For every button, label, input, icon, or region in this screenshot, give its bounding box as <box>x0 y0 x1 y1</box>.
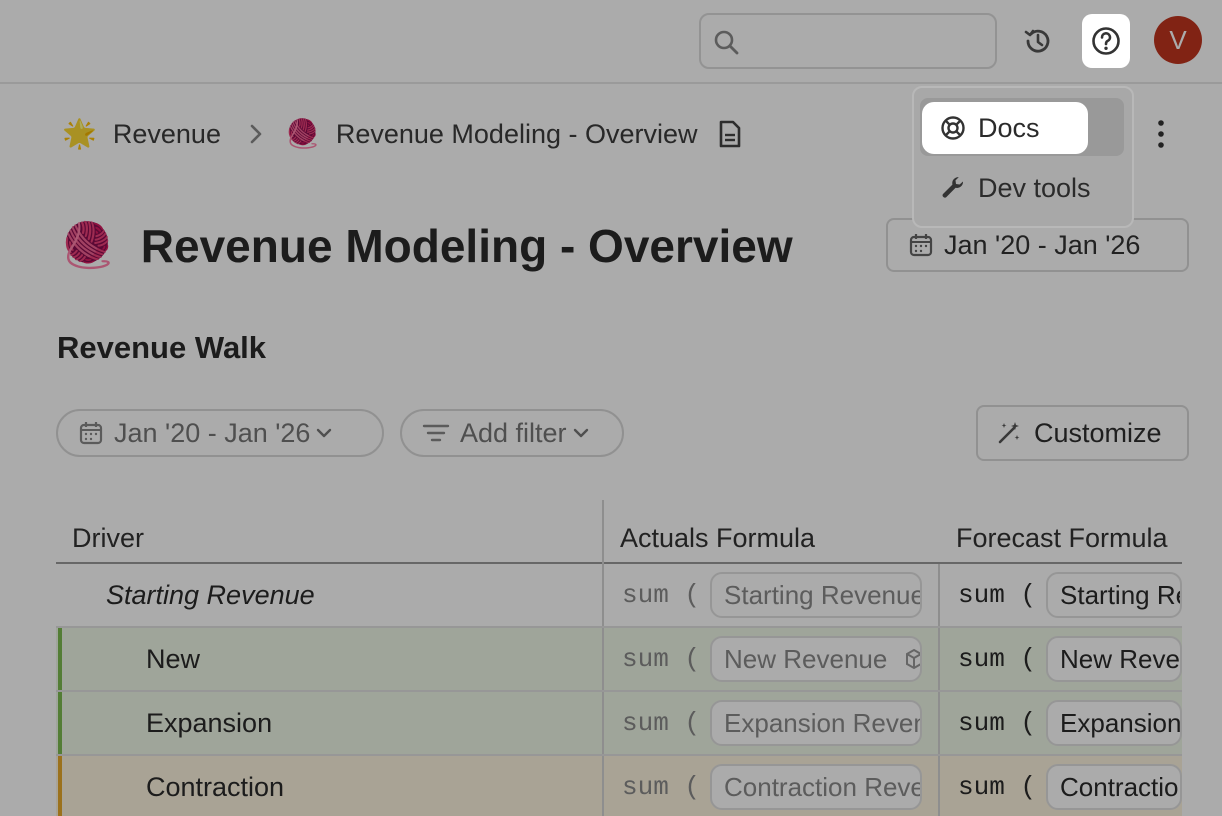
help-button-active[interactable] <box>1082 14 1130 68</box>
menu-item-label: Dev tools <box>978 172 1091 203</box>
menu-item-label: Docs <box>978 112 1040 143</box>
menu-item-docs[interactable]: Docs <box>922 102 1088 154</box>
wrench-icon <box>940 175 966 201</box>
lifebuoy-icon <box>940 115 966 141</box>
help-menu: Docs Dev tools <box>912 86 1134 228</box>
menu-item-dev-tools[interactable]: Dev tools <box>922 162 1122 214</box>
help-icon <box>1090 25 1122 57</box>
